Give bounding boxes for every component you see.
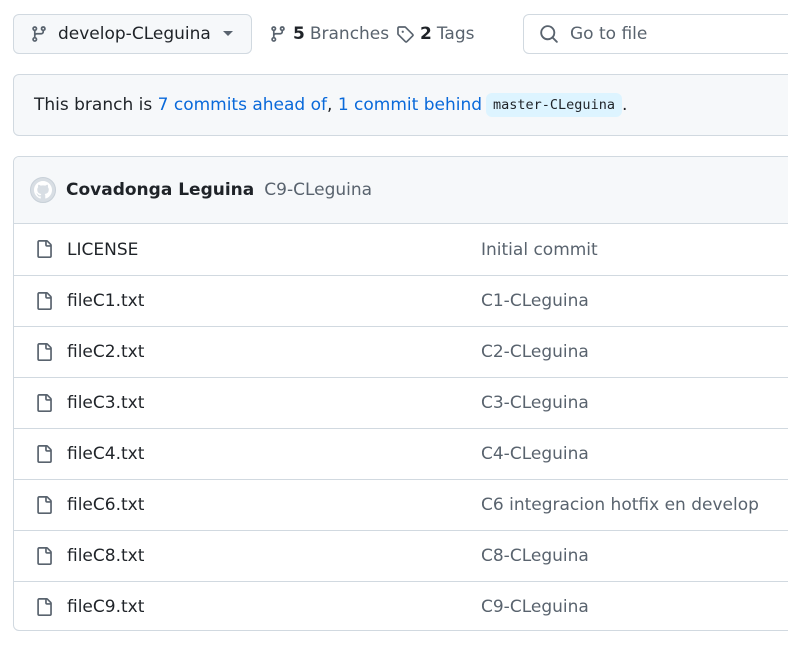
- file-row[interactable]: fileC6.txt C6 integracion hotfix en devel…: [14, 479, 788, 530]
- github-avatar-icon[interactable]: [30, 177, 56, 203]
- file-icon: [35, 444, 53, 464]
- file-commit-message[interactable]: C6 integracion hotfix en develop: [481, 495, 759, 515]
- file-icon: [35, 239, 53, 259]
- base-branch-badge[interactable]: master-CLeguina: [486, 93, 622, 117]
- file-name-link[interactable]: fileC8.txt: [67, 546, 144, 566]
- file-commit-message[interactable]: C9-CLeguina: [481, 597, 589, 617]
- file-row[interactable]: fileC1.txt C1-CLeguina: [14, 275, 788, 326]
- git-branch-icon: [30, 25, 48, 43]
- branches-count: 5: [293, 24, 305, 44]
- git-branch-icon: [269, 25, 287, 43]
- file-name-link[interactable]: fileC4.txt: [67, 444, 144, 464]
- commits-behind-link[interactable]: 1 commit behind: [338, 95, 482, 115]
- file-icon: [35, 546, 53, 566]
- file-icon: [35, 342, 53, 362]
- file-icon: [35, 393, 53, 413]
- branches-link[interactable]: 5 Branches: [269, 14, 389, 54]
- file-list: Covadonga Leguina C9-CLeguina LICENSE Ini…: [13, 156, 788, 631]
- file-commit-message[interactable]: Initial commit: [481, 240, 598, 260]
- latest-commit-bar: Covadonga Leguina C9-CLeguina: [14, 157, 788, 224]
- commits-ahead-link[interactable]: 7 commits ahead of: [158, 95, 327, 115]
- tags-count: 2: [420, 24, 432, 44]
- file-icon: [35, 495, 53, 515]
- go-to-file-placeholder: Go to file: [570, 24, 648, 44]
- branches-label: Branches: [309, 24, 390, 44]
- file-commit-message[interactable]: C1-CLeguina: [481, 291, 589, 311]
- tags-link[interactable]: 2 Tags: [396, 14, 474, 54]
- file-name-link[interactable]: fileC2.txt: [67, 342, 144, 362]
- branch-selector-button[interactable]: develop-CLeguina: [13, 14, 252, 54]
- file-row[interactable]: LICENSE Initial commit: [14, 224, 788, 275]
- latest-commit-message[interactable]: C9-CLeguina: [264, 180, 372, 200]
- file-name-link[interactable]: fileC9.txt: [67, 597, 144, 617]
- file-icon: [35, 291, 53, 311]
- chevron-down-icon: [223, 31, 233, 36]
- file-row[interactable]: fileC3.txt C3-CLeguina: [14, 377, 788, 428]
- file-commit-message[interactable]: C8-CLeguina: [481, 546, 589, 566]
- file-icon: [35, 597, 53, 617]
- file-name-link[interactable]: fileC3.txt: [67, 393, 144, 413]
- commit-author[interactable]: Covadonga Leguina: [66, 180, 254, 200]
- file-name-link[interactable]: fileC1.txt: [67, 291, 144, 311]
- go-to-file-input[interactable]: Go to file: [523, 14, 788, 54]
- banner-separator: ,: [327, 95, 338, 115]
- tag-icon: [396, 25, 414, 43]
- branch-status-banner: This branch is 7 commits ahead of , 1 co…: [13, 74, 788, 136]
- file-row[interactable]: fileC2.txt C2-CLeguina: [14, 326, 788, 377]
- file-row[interactable]: fileC4.txt C4-CLeguina: [14, 428, 788, 479]
- search-icon: [539, 24, 559, 44]
- branch-name: develop-CLeguina: [58, 24, 211, 44]
- tags-label: Tags: [436, 24, 475, 44]
- file-commit-message[interactable]: C3-CLeguina: [481, 393, 589, 413]
- file-name-link[interactable]: fileC6.txt: [67, 495, 144, 515]
- file-name-link[interactable]: LICENSE: [67, 240, 138, 260]
- banner-prefix: This branch is: [34, 95, 158, 115]
- file-row[interactable]: fileC8.txt C8-CLeguina: [14, 530, 788, 581]
- file-commit-message[interactable]: C4-CLeguina: [481, 444, 589, 464]
- file-commit-message[interactable]: C2-CLeguina: [481, 342, 589, 362]
- file-row[interactable]: fileC9.txt C9-CLeguina: [14, 581, 788, 630]
- banner-suffix: .: [621, 95, 628, 115]
